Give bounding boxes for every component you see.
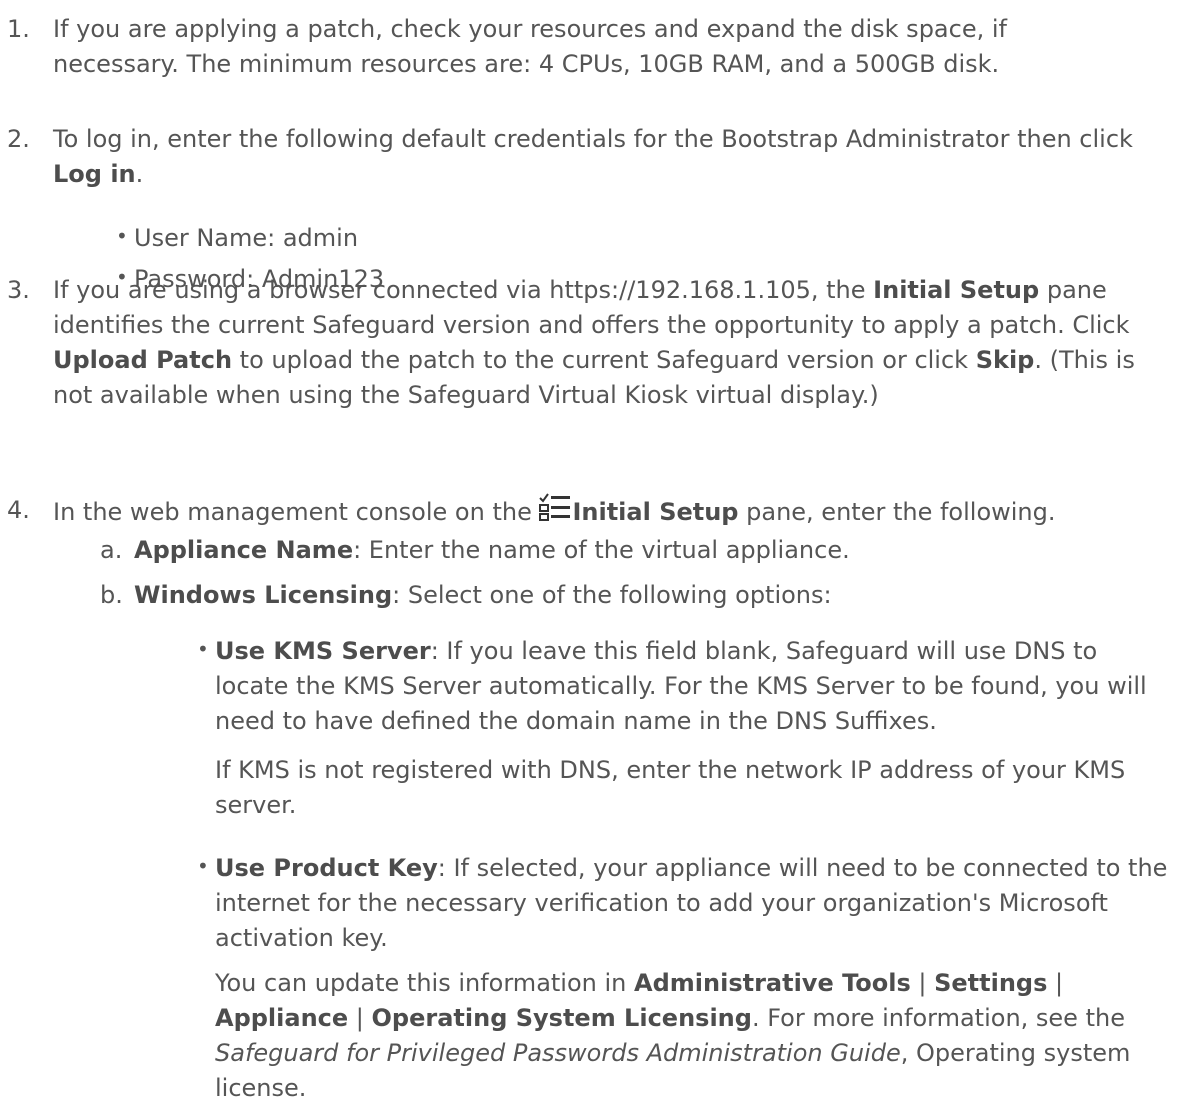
step-4a-letter: a. bbox=[100, 536, 123, 564]
bullet-dot: • bbox=[197, 637, 209, 661]
settings-label: Settings bbox=[934, 969, 1048, 997]
windows-licensing-label: Windows Licensing bbox=[134, 581, 393, 609]
step-4-number: 4. bbox=[7, 496, 30, 524]
step-3-text: If you are using a browser connected via… bbox=[53, 276, 1135, 409]
operating-system-licensing-label: Operating System Licensing bbox=[371, 1004, 752, 1032]
step-1-number: 1. bbox=[7, 15, 30, 43]
step-3-number-label: 3. bbox=[7, 276, 30, 304]
step-2-text: To log in, enter the following default c… bbox=[53, 125, 1133, 188]
checklist-icon bbox=[539, 493, 572, 533]
initial-setup-label: Initial Setup bbox=[873, 276, 1040, 304]
upload-patch-label: Upload Patch bbox=[53, 346, 233, 374]
log-in-label: Log in bbox=[53, 160, 136, 188]
kms-followup-text: If KMS is not registered with DNS, enter… bbox=[215, 756, 1126, 819]
administrative-tools-label: Administrative Tools bbox=[634, 969, 911, 997]
use-product-key-text: Use Product Key: If selected, your appli… bbox=[215, 854, 1168, 952]
appliance-name-label: Appliance Name bbox=[134, 536, 354, 564]
use-kms-server-text: Use KMS Server: If you leave this field … bbox=[215, 637, 1147, 735]
product-key-followup-text: You can update this information in Admin… bbox=[215, 969, 1131, 1102]
appliance-label: Appliance bbox=[215, 1004, 349, 1032]
step-4b-text: Windows Licensing: Select one of the fol… bbox=[134, 581, 832, 609]
use-kms-server-label: Use KMS Server bbox=[215, 637, 431, 665]
use-product-key-label: Use Product Key bbox=[215, 854, 438, 882]
bullet-dot: • bbox=[197, 854, 209, 878]
credential-username: User Name: admin bbox=[134, 224, 359, 252]
admin-guide-title: Safeguard for Privileged Passwords Admin… bbox=[215, 1039, 901, 1067]
skip-label: Skip bbox=[975, 346, 1035, 374]
step-2-number: 2. bbox=[7, 125, 30, 153]
bullet-dot: • bbox=[116, 224, 128, 248]
step-4b-letter: b. bbox=[100, 581, 123, 609]
initial-setup-pane-label: Initial Setup bbox=[572, 498, 739, 526]
step-1-text: If you are applying a patch, check your … bbox=[53, 15, 1007, 78]
step-4-text: In the web management console on the Ini… bbox=[53, 493, 1178, 533]
step-4a-text: Appliance Name: Enter the name of the vi… bbox=[134, 536, 850, 564]
